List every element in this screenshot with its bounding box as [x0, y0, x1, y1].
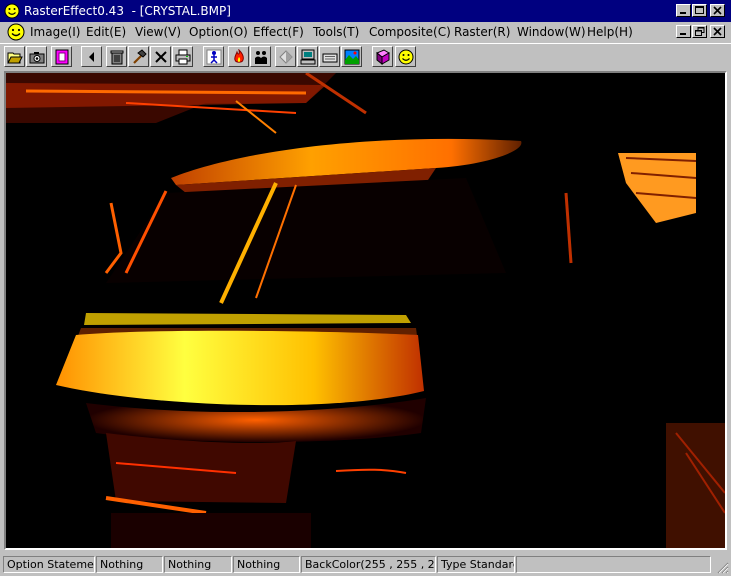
- smiley-icon: [398, 49, 414, 65]
- minimize-button[interactable]: [676, 4, 691, 17]
- maximize-icon: [695, 6, 704, 14]
- title-bar[interactable]: RasterEffect0.43 - [CRYSTAL.BMP]: [0, 0, 731, 22]
- hammer-icon: [133, 49, 147, 64]
- document-smiley-icon[interactable]: [7, 23, 25, 41]
- window-title: RasterEffect0.43 - [CRYSTAL.BMP]: [24, 4, 231, 18]
- people-button[interactable]: [250, 46, 271, 67]
- menu-effect[interactable]: Effect(F): [253, 25, 304, 39]
- menu-bar: Image(I) Edit(E) View(V) Option(O) Effec…: [0, 22, 731, 42]
- pink-frame-icon: [55, 49, 69, 65]
- child-minimize-button[interactable]: [676, 25, 691, 38]
- people-icon: [255, 51, 267, 64]
- menu-tools[interactable]: Tools(T): [313, 25, 359, 39]
- gray-shape-icon: [279, 50, 293, 64]
- hammer-button[interactable]: [128, 46, 149, 67]
- status-pane-2: Nothing: [164, 556, 232, 573]
- keyboard-button[interactable]: [319, 46, 340, 67]
- toolbar: [0, 43, 731, 71]
- menu-raster[interactable]: Raster(R): [454, 25, 510, 39]
- status-pane-3: Nothing: [233, 556, 300, 573]
- flame-icon: [234, 49, 244, 63]
- restore-icon: [695, 27, 705, 36]
- camera-icon: [29, 52, 45, 64]
- back-button[interactable]: [81, 46, 102, 67]
- menu-option[interactable]: Option(O): [189, 25, 248, 39]
- frame-button[interactable]: [51, 46, 72, 67]
- image-canvas[interactable]: [4, 71, 727, 550]
- status-backcolor: BackColor(255 , 255 , 255): [301, 556, 436, 573]
- close-icon: [713, 27, 722, 36]
- menu-window[interactable]: Window(W): [517, 25, 586, 39]
- status-pane-1: Nothing: [96, 556, 163, 573]
- cross-icon: [155, 51, 167, 63]
- figure-button[interactable]: [203, 46, 224, 67]
- smiley-app-icon: [4, 3, 20, 19]
- close-icon: [713, 6, 722, 15]
- book-icon: [376, 49, 390, 65]
- menu-composite[interactable]: Composite(C): [369, 25, 451, 39]
- maximize-button[interactable]: [692, 4, 707, 17]
- capture-button[interactable]: [26, 46, 47, 67]
- print-button[interactable]: [172, 46, 193, 67]
- keyboard-icon: [322, 53, 338, 63]
- crystal-bmp-image: [6, 73, 725, 548]
- minimize-icon: [680, 12, 686, 14]
- child-close-button[interactable]: [710, 25, 725, 38]
- status-type: Type Standard: [437, 556, 515, 573]
- close-button[interactable]: [710, 4, 725, 17]
- minimize-icon: [680, 33, 686, 35]
- menu-image[interactable]: Image(I): [30, 25, 80, 39]
- book-button[interactable]: [372, 46, 393, 67]
- delete-button[interactable]: [150, 46, 171, 67]
- flame-button[interactable]: [228, 46, 249, 67]
- menu-edit[interactable]: Edit(E): [86, 25, 126, 39]
- status-mode: Option Statement: [3, 556, 95, 573]
- status-bar: Option Statement Nothing Nothing Nothing…: [0, 554, 731, 576]
- status-empty-pane: [516, 556, 711, 573]
- landscape-icon: [344, 49, 360, 65]
- landscape-button[interactable]: [341, 46, 362, 67]
- trash-button[interactable]: [106, 46, 127, 67]
- computer-button[interactable]: [297, 46, 318, 67]
- child-restore-button[interactable]: [692, 25, 707, 38]
- menu-help[interactable]: Help(H): [587, 25, 633, 39]
- open-folder-icon: [7, 52, 23, 64]
- figure-icon: [206, 49, 222, 65]
- printer-icon: [175, 49, 191, 65]
- menu-view[interactable]: View(V): [135, 25, 181, 39]
- open-button[interactable]: [4, 46, 25, 67]
- resize-grip-icon[interactable]: [715, 560, 729, 574]
- smiley-button[interactable]: [395, 46, 416, 67]
- shape-button[interactable]: [275, 46, 296, 67]
- trash-icon: [110, 50, 124, 65]
- back-arrow-icon: [89, 52, 94, 62]
- computer-icon: [300, 49, 316, 65]
